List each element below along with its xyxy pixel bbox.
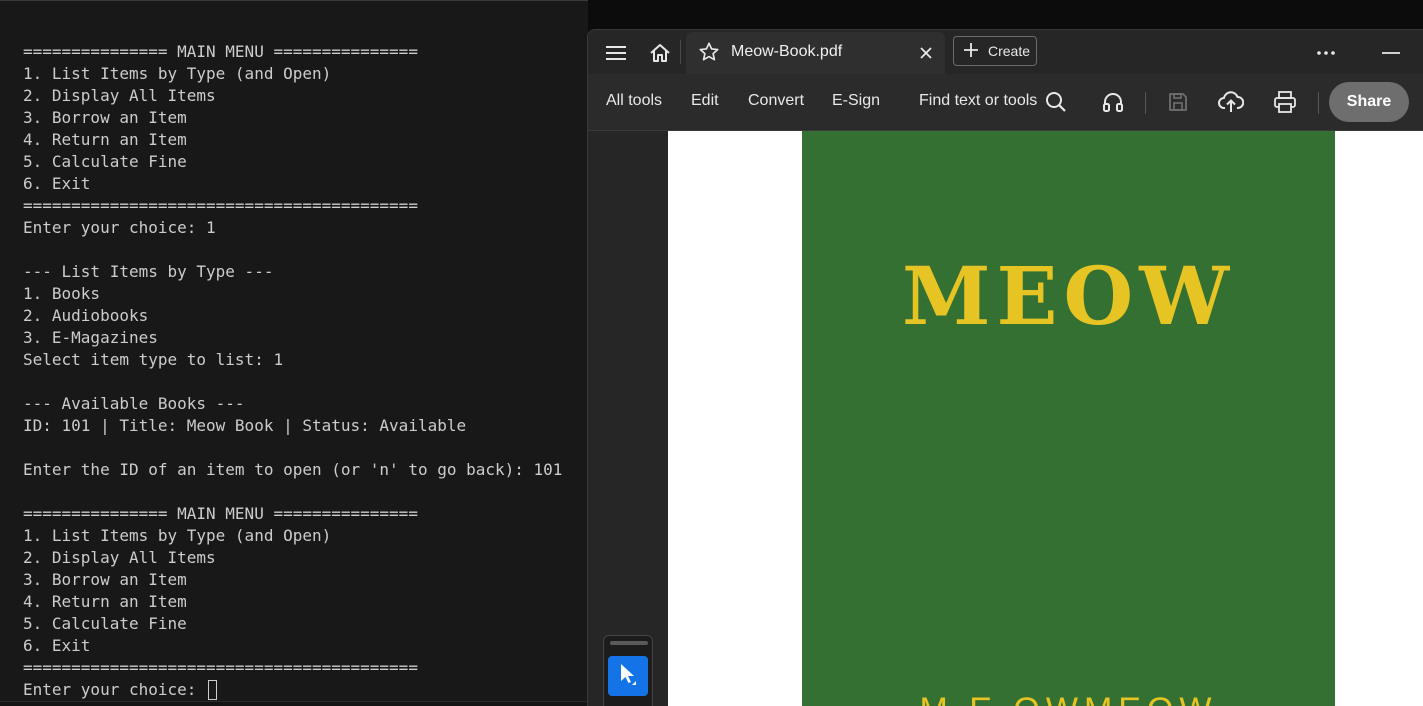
document-canvas[interactable]: MEOW M E OWMEOW <box>668 131 1423 706</box>
edit-button[interactable]: Edit <box>691 92 719 110</box>
terminal-window[interactable]: =============== MAIN MENU ==============… <box>0 0 588 706</box>
terminal-line: 3. E-Magazines <box>23 328 158 347</box>
menu-icon[interactable] <box>601 38 631 68</box>
drag-handle[interactable] <box>610 641 648 645</box>
terminal-line: Enter your choice: 1 <box>23 218 216 237</box>
plus-icon <box>964 42 978 60</box>
terminal-line: 3. Borrow an Item <box>23 570 187 589</box>
terminal-line: 1. Books <box>23 284 101 303</box>
headphones-icon[interactable] <box>1098 87 1128 117</box>
save-icon[interactable] <box>1163 87 1193 117</box>
create-button[interactable]: Create <box>953 36 1037 66</box>
esign-button[interactable]: E-Sign <box>832 92 880 110</box>
terminal-line: 1. List Items by Type (and Open) <box>23 526 332 545</box>
terminal-line: Enter the ID of an item to open (or 'n' … <box>23 460 563 479</box>
tab-bar: Meow-Book.pdf Create <box>588 30 1423 74</box>
cover-title: MEOW <box>901 249 1236 343</box>
terminal-line: 2. Audiobooks <box>23 306 149 325</box>
search-icon[interactable] <box>1041 87 1071 117</box>
minimize-icon[interactable] <box>1376 38 1406 68</box>
terminal-output: =============== MAIN MENU ==============… <box>23 41 562 701</box>
pdf-page-cover: MEOW M E OWMEOW <box>802 131 1335 706</box>
terminal-line: =============== MAIN MENU ==============… <box>23 42 418 61</box>
print-icon[interactable] <box>1270 87 1300 117</box>
terminal-line: 5. Calculate Fine <box>23 614 187 633</box>
cursor-icon <box>617 662 639 691</box>
terminal-line: 1. List Items by Type (and Open) <box>23 64 332 83</box>
terminal-line: 2. Display All Items <box>23 86 216 105</box>
convert-button[interactable]: Convert <box>748 92 804 110</box>
create-label: Create <box>988 43 1031 59</box>
toolbar-divider <box>1318 92 1319 114</box>
terminal-line: ========================================… <box>23 658 418 677</box>
star-icon[interactable] <box>698 41 720 68</box>
terminal-line: 6. Exit <box>23 174 91 193</box>
terminal-line: 5. Calculate Fine <box>23 152 187 171</box>
select-tool-button[interactable] <box>608 656 648 696</box>
terminal-line: 2. Display All Items <box>23 548 216 567</box>
tab-title: Meow-Book.pdf <box>731 43 843 60</box>
terminal-line: --- List Items by Type --- <box>23 262 274 281</box>
cover-author-partial: M E OWMEOW <box>802 691 1335 706</box>
terminal-line: =============== MAIN MENU ==============… <box>23 504 418 523</box>
terminal-line: ========================================… <box>23 196 418 215</box>
cloud-upload-icon[interactable] <box>1216 87 1246 117</box>
pdf-viewer-window: Meow-Book.pdf Create All tools Edit Conv… <box>587 29 1423 706</box>
home-icon[interactable] <box>645 38 675 68</box>
terminal-prompt: Enter your choice: <box>23 680 207 699</box>
all-tools-button[interactable]: All tools <box>606 92 662 110</box>
terminal-line: Select item type to list: 1 <box>23 350 284 369</box>
desktop: =============== MAIN MENU ==============… <box>0 0 1423 706</box>
more-icon[interactable] <box>1311 38 1341 68</box>
close-icon[interactable] <box>915 42 937 64</box>
share-button[interactable]: Share <box>1329 82 1409 122</box>
terminal-prompt-line[interactable]: Enter your choice: <box>23 679 562 701</box>
terminal-status-edge <box>0 701 588 706</box>
quick-tools-panel <box>603 635 653 706</box>
toolbar: All tools Edit Convert E-Sign Find text … <box>588 74 1423 131</box>
toolbar-divider <box>1145 92 1146 114</box>
terminal-line: 6. Exit <box>23 636 91 655</box>
terminal-cursor <box>208 680 218 700</box>
terminal-line: 4. Return an Item <box>23 592 187 611</box>
terminal-line: ID: 101 | Title: Meow Book | Status: Ava… <box>23 416 467 435</box>
terminal-line: --- Available Books --- <box>23 394 245 413</box>
tab-divider <box>680 40 681 64</box>
tab-meow-book[interactable]: Meow-Book.pdf <box>686 32 945 74</box>
terminal-line: 4. Return an Item <box>23 130 187 149</box>
terminal-line: 3. Borrow an Item <box>23 108 187 127</box>
find-text-or-tools[interactable]: Find text or tools <box>919 92 1037 110</box>
left-rail <box>588 131 668 706</box>
